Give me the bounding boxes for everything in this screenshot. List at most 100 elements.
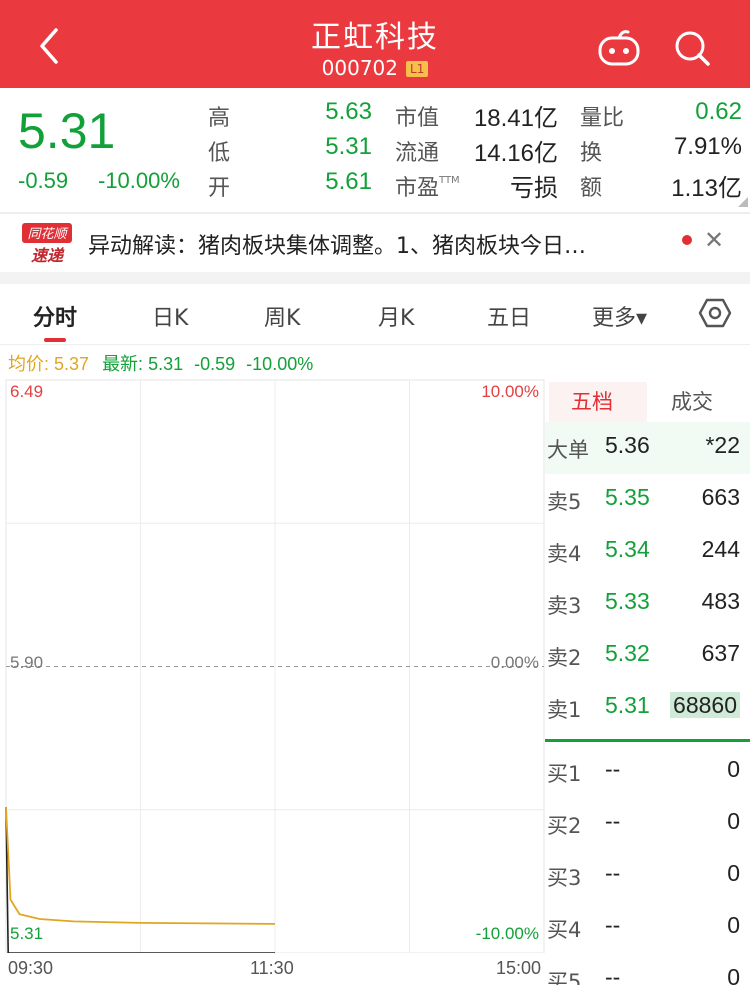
- amount-value: 1.13亿: [671, 175, 742, 202]
- pct-mid-label: 0.00%: [490, 653, 539, 672]
- pe-value: 亏损: [510, 175, 558, 202]
- ask-vol: 637: [701, 640, 740, 666]
- top-nav-bar: 正虹科技 000702 L1: [0, 0, 750, 88]
- ask-row[interactable]: 卖3 5.33 483: [545, 578, 750, 630]
- bid-vol: 0: [727, 808, 740, 834]
- tab-more[interactable]: 更多▾: [592, 300, 647, 332]
- bid-row[interactable]: 买3 -- 0: [545, 850, 750, 902]
- pct-bottom-label: -10.00%: [475, 924, 539, 943]
- bid-label: 买2: [547, 814, 582, 838]
- bid-price: --: [605, 912, 621, 938]
- turnover-value: 7.91%: [673, 133, 742, 160]
- last-price: 5.31: [18, 103, 116, 159]
- mktcap-value: 18.41亿: [473, 105, 558, 132]
- time-label-open: 09:30: [8, 958, 54, 978]
- bid-vol: 0: [727, 756, 740, 782]
- price-change: -0.59: [18, 168, 69, 193]
- time-label-close: 15:00: [496, 958, 542, 978]
- ask-price: 5.32: [605, 640, 650, 666]
- divider: [0, 344, 750, 345]
- ask-label: 卖1: [547, 698, 582, 722]
- mktcap-label: 市值: [395, 106, 440, 131]
- ask-row[interactable]: 卖4 5.34 244: [545, 526, 750, 578]
- y-bottom-label: 5.31: [10, 924, 44, 943]
- ask-vol: 68860: [670, 692, 740, 718]
- bid-row[interactable]: 买2 -- 0: [545, 798, 750, 850]
- bid-row[interactable]: 买1 -- 0: [545, 746, 750, 798]
- bid-row[interactable]: 买4 -- 0: [545, 902, 750, 954]
- open-value: 5.61: [325, 168, 372, 195]
- search-icon[interactable]: [672, 28, 712, 68]
- y-mid-label: 5.90: [10, 653, 44, 672]
- price-change-pct: -10.00%: [98, 168, 180, 193]
- ask-row[interactable]: 卖5 5.35 663: [545, 474, 750, 526]
- pe-ttm-suffix: TTM: [439, 175, 460, 186]
- big-order-row: 大单 5.36 *22: [545, 422, 750, 474]
- ask-vol: 663: [701, 484, 740, 510]
- close-icon[interactable]: ✕: [704, 226, 724, 254]
- bid-price: --: [605, 860, 621, 886]
- stock-code: 000702: [321, 56, 399, 80]
- ask-vol: 244: [701, 536, 740, 562]
- assistant-robot-icon[interactable]: [596, 28, 642, 68]
- ask-row[interactable]: 卖1 5.31 68860: [545, 682, 750, 734]
- intraday-chart-svg: [5, 379, 545, 954]
- tab-daily-k[interactable]: 日K: [152, 300, 188, 332]
- chart-info-line: 均价: 5.37 最新: 5.31 -0.59 -10.00%: [8, 350, 313, 376]
- bid-label: 买3: [547, 866, 582, 890]
- active-tab-indicator: [44, 338, 66, 342]
- avg-price-label: 均价: 5.37: [8, 354, 90, 374]
- ask-bid-divider: [545, 739, 750, 742]
- ask-vol: 483: [701, 588, 740, 614]
- high-value: 5.63: [325, 98, 372, 125]
- hexagon-settings-icon[interactable]: [698, 296, 732, 330]
- tab-five-day[interactable]: 五日: [487, 300, 531, 332]
- bid-vol: 0: [727, 860, 740, 886]
- ask-price: 5.31: [605, 692, 650, 718]
- big-order-vol: *22: [705, 432, 740, 458]
- ths-express-badge-icon: 同花顺 速递: [22, 223, 72, 265]
- tab-five-levels[interactable]: 五档: [571, 386, 613, 416]
- big-order-label: 大单: [547, 438, 589, 462]
- ask-label: 卖5: [547, 490, 582, 514]
- ask-price: 5.34: [605, 536, 650, 562]
- ask-row[interactable]: 卖2 5.32 637: [545, 630, 750, 682]
- turnover-label: 换: [580, 141, 603, 166]
- volratio-label: 量比: [580, 106, 625, 131]
- tab-intraday[interactable]: 分时: [33, 300, 77, 332]
- high-label: 高: [208, 106, 231, 131]
- chart-period-tabs: 分时 日K 周K 月K 五日 更多▾: [0, 284, 750, 344]
- big-order-price: 5.36: [605, 432, 650, 458]
- chart-grid: [6, 380, 544, 953]
- order-book: 五档 成交 大单 5.36 *22 卖5 5.35 663 卖4 5.34 24…: [545, 378, 750, 985]
- volratio-value: 0.62: [695, 98, 742, 125]
- bid-row[interactable]: 买5 -- 0: [545, 954, 750, 985]
- ask-price: 5.35: [605, 484, 650, 510]
- section-gap: [0, 272, 750, 284]
- intraday-chart[interactable]: 6.49 10.00% 5.90 0.00% 5.31 -10.00%: [0, 378, 545, 954]
- bid-price: --: [605, 964, 621, 985]
- bid-vol: 0: [727, 964, 740, 985]
- unread-dot: [682, 235, 692, 245]
- ask-vol-highlight: 68860: [670, 692, 740, 719]
- y-top-label: 6.49: [10, 382, 44, 401]
- latest-price-label: 最新: 5.31: [102, 354, 184, 374]
- bid-price: --: [605, 756, 621, 782]
- expand-corner-icon[interactable]: [738, 197, 748, 207]
- tab-trades[interactable]: 成交: [671, 386, 713, 416]
- pct-top-label: 10.00%: [481, 382, 539, 401]
- chart-change-pct: -10.00%: [246, 354, 314, 374]
- level-badge: L1: [406, 61, 429, 77]
- alert-text[interactable]: 异动解读：猪肉板块集体调整。1、猪肉板块今日…: [88, 228, 648, 260]
- quote-panel: 5.31 -0.59 -10.00% 高 5.63 低 5.31 开 5.61 …: [0, 88, 750, 212]
- news-alert-bar[interactable]: 同花顺 速递 异动解读：猪肉板块集体调整。1、猪肉板块今日…: [0, 214, 750, 270]
- bid-vol: 0: [727, 912, 740, 938]
- pe-label-text: 市盈: [395, 176, 440, 201]
- pe-label: 市盈TTM: [395, 170, 460, 202]
- open-label: 开: [208, 176, 231, 201]
- float-label: 流通: [395, 141, 440, 166]
- ask-label: 卖2: [547, 646, 582, 670]
- tab-monthly-k[interactable]: 月K: [378, 300, 414, 332]
- bid-price: --: [605, 808, 621, 834]
- tab-weekly-k[interactable]: 周K: [264, 300, 300, 332]
